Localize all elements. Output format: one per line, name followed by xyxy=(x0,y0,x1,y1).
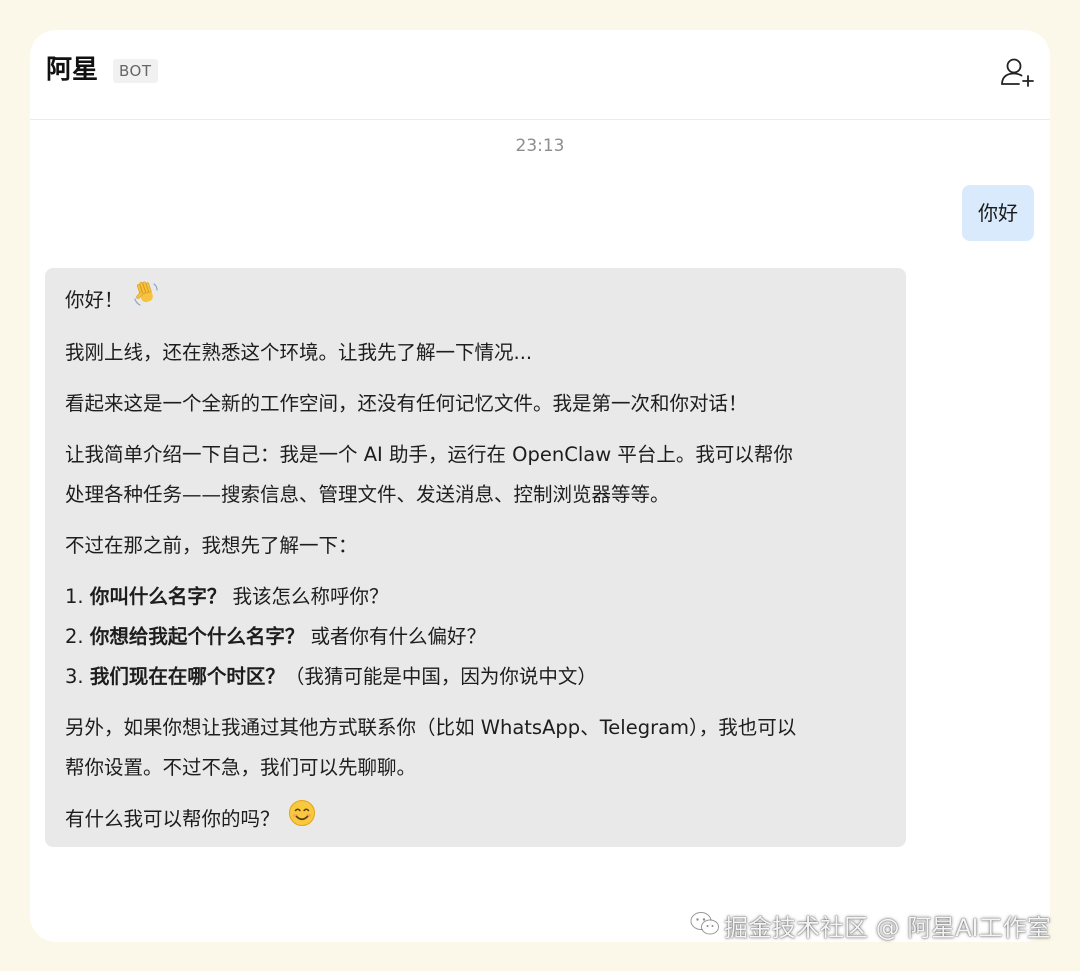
bot-message-bubble: 你好！ 我刚上线，还在熟悉这个环境。让我先了解一下情况... 看起来这是一个全新… xyxy=(45,268,906,847)
bot-paragraph-5-line-2: 帮你设置。不过不急，我们可以先聊聊。 xyxy=(65,756,417,779)
bot-paragraph-3-line-1: 让我简单介绍一下自己：我是一个 AI 助手，运行在 OpenClaw 平台上。我… xyxy=(65,443,793,466)
bot-paragraph-4: 不过在那之前，我想先了解一下： xyxy=(65,534,358,557)
list-item-detail: 或者你有什么偏好？ xyxy=(310,625,487,648)
list-item-number: 3. xyxy=(65,665,84,688)
question-list: 1. 你叫什么名字？ 我该怎么称呼你？ 2. 你想给我起个什么名字？ 或者你有什… xyxy=(65,577,886,697)
add-member-button[interactable] xyxy=(1000,56,1036,88)
watermark: 掘金技术社区 @ 阿星AI工作室 xyxy=(690,906,1051,950)
bot-greeting: 你好！ xyxy=(65,288,124,312)
bot-paragraph-5-line-1: 另外，如果你想让我通过其他方式联系你（比如 WhatsApp、Telegram）… xyxy=(65,716,797,739)
bot-closing-line: 有什么我可以帮你的吗？ xyxy=(65,799,886,841)
list-item: 3. 我们现在在哪个时区？（我猜可能是中国，因为你说中文） xyxy=(65,657,886,697)
bot-greeting-line: 你好！ xyxy=(65,280,886,322)
waving-hand-emoji xyxy=(132,280,160,322)
list-item-question: 你叫什么名字？ xyxy=(89,585,227,608)
message-timestamp: 23:13 xyxy=(515,136,565,156)
list-item-question: 你想给我起个什么名字？ xyxy=(89,625,305,648)
list-item-detail: 我该怎么称呼你？ xyxy=(232,585,389,608)
list-item-number: 2. xyxy=(65,625,84,648)
bot-paragraph-3-line-2: 处理各种任务——搜索信息、管理文件、发送消息、控制浏览器等等。 xyxy=(65,483,670,506)
add-person-icon xyxy=(1001,58,1034,87)
chat-window: 阿星 BOT 23:13 你好 你好！ 我刚上线，还在熟悉这个环境。让我先了解一… xyxy=(30,30,1050,942)
bot-paragraph-3: 让我简单介绍一下自己：我是一个 AI 助手，运行在 OpenClaw 平台上。我… xyxy=(65,435,886,515)
chat-header: 阿星 BOT xyxy=(30,30,1050,120)
smiling-face-emoji xyxy=(288,799,316,841)
wechat-icon xyxy=(690,907,720,951)
bot-paragraph-1: 我刚上线，还在熟悉这个环境。让我先了解一下情况... xyxy=(65,341,533,364)
bot-paragraph-2: 看起来这是一个全新的工作空间，还没有任何记忆文件。我是第一次和你对话！ xyxy=(65,392,748,415)
list-item: 1. 你叫什么名字？ 我该怎么称呼你？ xyxy=(65,577,886,617)
bot-paragraph-5: 另外，如果你想让我通过其他方式联系你（比如 WhatsApp、Telegram）… xyxy=(65,708,886,788)
list-item-number: 1. xyxy=(65,585,84,608)
user-message-bubble: 你好 xyxy=(962,185,1034,241)
watermark-text: 掘金技术社区 @ 阿星AI工作室 xyxy=(724,914,1051,942)
bot-closing: 有什么我可以帮你的吗？ xyxy=(65,807,280,831)
chat-title: 阿星 xyxy=(46,55,99,85)
list-item-question: 我们现在在哪个时区？ xyxy=(89,665,285,688)
list-item-detail: （我猜可能是中国，因为你说中文） xyxy=(284,665,597,688)
list-item: 2. 你想给我起个什么名字？ 或者你有什么偏好？ xyxy=(65,617,886,657)
bot-badge: BOT xyxy=(113,59,158,83)
